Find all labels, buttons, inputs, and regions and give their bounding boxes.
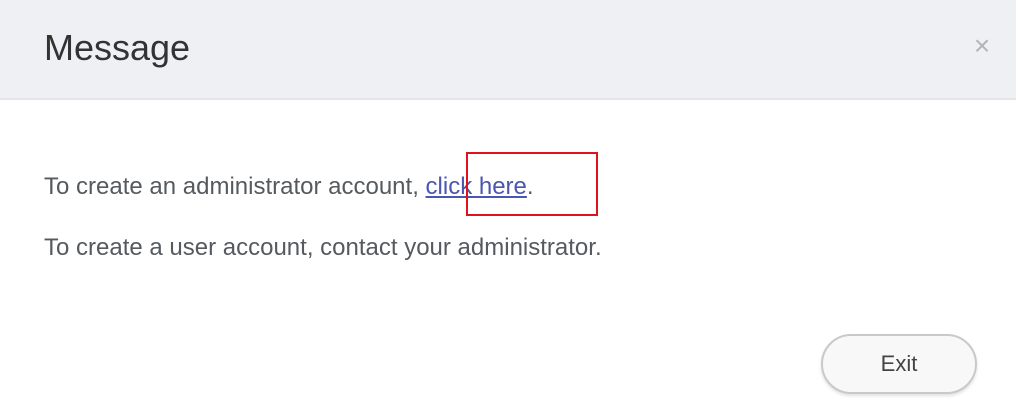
admin-message-suffix: . (526, 173, 534, 200)
message-dialog: Message × To create an administrator acc… (0, 0, 1016, 399)
click-here-link[interactable]: click here (426, 173, 527, 200)
user-account-message: To create a user account, contact your a… (44, 234, 602, 261)
admin-account-message: To create an administrator account, clic… (44, 172, 534, 202)
close-icon[interactable]: × (966, 30, 998, 62)
dialog-title: Message (44, 27, 191, 68)
dialog-header: Message × (0, 0, 1016, 100)
exit-button[interactable]: Exit (821, 334, 977, 394)
admin-message-prefix: To create an administrator account, (44, 173, 426, 200)
